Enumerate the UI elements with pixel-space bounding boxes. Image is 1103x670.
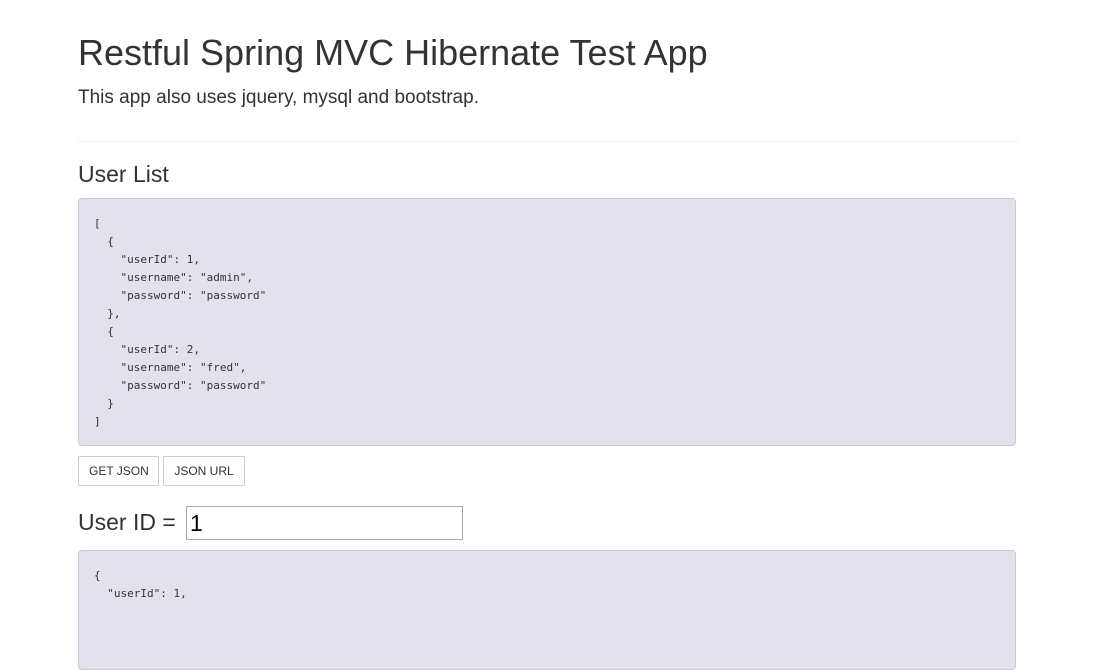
page-title: Restful Spring MVC Hibernate Test App xyxy=(78,32,708,73)
user-json: { "userId": 1, xyxy=(94,569,187,600)
user-id-input[interactable] xyxy=(186,506,463,540)
page-subtitle: This app also uses jquery, mysql and boo… xyxy=(78,87,479,108)
user-list-json: [ { "userId": 1, "username": "admin", "p… xyxy=(94,217,267,428)
user-list-json-panel: [ { "userId": 1, "username": "admin", "p… xyxy=(78,198,1016,446)
user-json-panel: { "userId": 1, xyxy=(78,550,1016,670)
user-id-label: User ID = xyxy=(78,509,176,535)
user-list-heading: User List xyxy=(78,161,169,187)
header-divider xyxy=(78,141,1018,142)
get-json-button[interactable]: GET JSON xyxy=(78,456,159,486)
json-url-button[interactable]: JSON URL xyxy=(163,456,245,486)
